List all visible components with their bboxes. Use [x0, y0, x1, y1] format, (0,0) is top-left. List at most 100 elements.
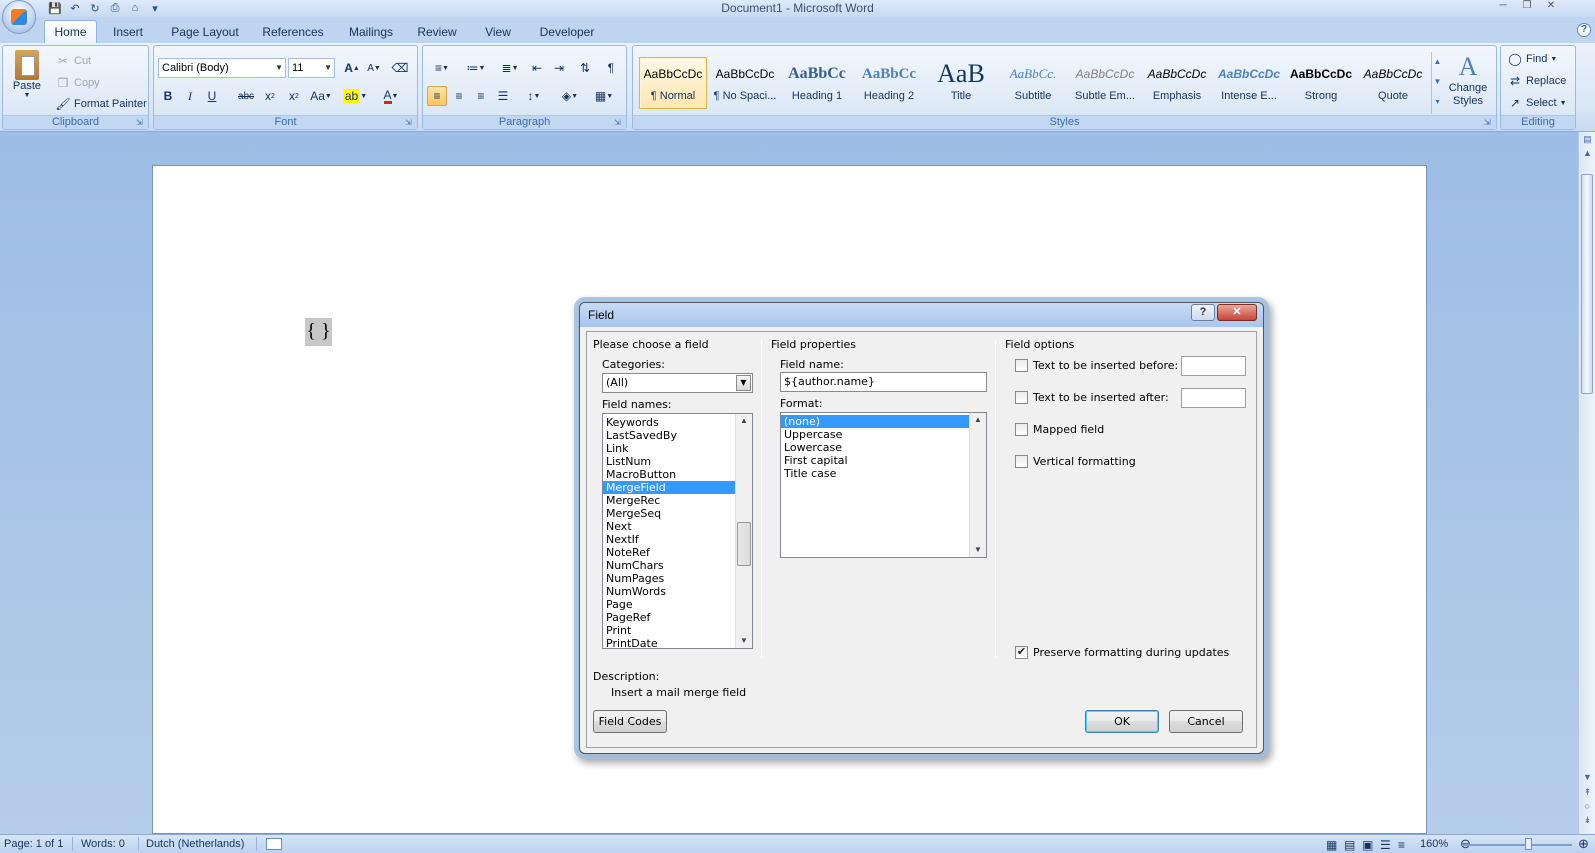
word-count[interactable]: Words: 0 [81, 838, 125, 850]
style-subtitle[interactable]: AaBbCc. Subtitle [999, 57, 1067, 109]
field-name-item[interactable]: NextIf [603, 533, 736, 546]
field-name-item[interactable]: PrintDate [603, 637, 736, 648]
format-item[interactable]: Title case [781, 467, 969, 480]
pilcrow-icon[interactable]: ¶ [601, 58, 621, 78]
superscript-icon[interactable]: x2 [284, 86, 304, 106]
scrollbar-thumb[interactable] [1581, 174, 1593, 394]
dialog-launcher-icon[interactable]: ⇲ [1484, 118, 1493, 127]
justify-icon[interactable]: ☰ [493, 86, 513, 106]
text-after-checkbox[interactable] [1015, 391, 1028, 404]
select-button[interactable]: ↗ Select ▼ [1507, 95, 1567, 111]
draft-icon[interactable]: ≡ [1398, 838, 1405, 852]
increase-indent-icon[interactable]: ⇥ [549, 58, 569, 78]
italic-icon[interactable]: I [180, 86, 200, 106]
subscript-icon[interactable]: x2 [260, 86, 280, 106]
style-heading-1[interactable]: AaBbCc Heading 1 [783, 57, 851, 109]
decrease-indent-icon[interactable]: ⇤ [527, 58, 547, 78]
tab-review[interactable]: Review [414, 24, 460, 42]
font-size-combo[interactable]: 11 ▼ [288, 58, 335, 78]
field-name-item[interactable]: MacroButton [603, 468, 736, 481]
vertical-formatting-checkbox[interactable] [1015, 455, 1028, 468]
office-button[interactable] [2, 0, 36, 34]
change-case-icon[interactable]: Aa ▼ [308, 86, 334, 106]
scrollbar-thumb[interactable] [737, 522, 751, 566]
styles-gallery-scroll[interactable]: ▲ ▼ ▾ [1431, 52, 1443, 114]
ok-button[interactable]: OK [1085, 710, 1159, 733]
underline-icon[interactable]: U [202, 86, 222, 106]
align-right-icon[interactable]: ≡ [471, 86, 491, 106]
clear-formatting-icon[interactable]: ⌫ [390, 58, 410, 78]
tab-mailings[interactable]: Mailings [343, 24, 399, 42]
tab-references[interactable]: References [258, 24, 328, 42]
outline-icon[interactable]: ☰ [1380, 838, 1391, 852]
page-count[interactable]: Page: 1 of 1 [4, 838, 63, 850]
format-scrollbar[interactable]: ▲ ▼ [969, 413, 986, 557]
tab-developer[interactable]: Developer [534, 24, 600, 42]
cut-button[interactable]: ✂ Cut [55, 53, 91, 69]
field-name-item[interactable]: PageRef [603, 611, 736, 624]
field-name-item[interactable]: NumChars [603, 559, 736, 572]
align-left-icon[interactable]: ≡ [427, 86, 447, 106]
field-name-item[interactable]: MergeSeq [603, 507, 736, 520]
tab-insert[interactable]: Insert [106, 24, 150, 42]
change-styles-button[interactable]: A Change Styles [1445, 52, 1491, 108]
field-name-input[interactable]: ${author.name} [780, 372, 987, 392]
paste-button[interactable]: Paste ▼ [7, 50, 47, 99]
cancel-button[interactable]: Cancel [1169, 710, 1243, 733]
style-intense-emphasis[interactable]: AaBbCcDc Intense E... [1215, 57, 1283, 109]
style-quote[interactable]: AaBbCcDc Quote [1359, 57, 1427, 109]
next-page-icon[interactable]: ↡ [1582, 815, 1593, 826]
mapped-field-checkbox[interactable] [1015, 423, 1028, 436]
field-name-item[interactable]: NumWords [603, 585, 736, 598]
dialog-launcher-icon[interactable]: ⇲ [136, 118, 145, 127]
field-name-item[interactable]: Page [603, 598, 736, 611]
scroll-up-icon[interactable]: ▲ [970, 413, 986, 427]
scroll-up-icon[interactable]: ▲ [736, 414, 752, 428]
field-name-item[interactable]: LastSavedBy [603, 429, 736, 442]
print-layout-icon[interactable]: ▦ [1326, 838, 1337, 852]
tab-page-layout[interactable]: Page Layout [168, 24, 242, 42]
grow-font-icon[interactable]: A ▲ [342, 58, 362, 78]
text-before-checkbox[interactable] [1015, 359, 1028, 372]
shading-icon[interactable]: ◈ ▼ [555, 86, 585, 106]
select-browse-object-icon[interactable]: ○ [1582, 801, 1593, 812]
tab-view[interactable]: View [478, 24, 518, 42]
style-title[interactable]: AaB Title [927, 57, 995, 109]
language[interactable]: Dutch (Netherlands) [146, 838, 244, 850]
multilevel-list-icon[interactable]: ≣ ▼ [495, 58, 525, 78]
style-subtle-emphasis[interactable]: AaBbCcDc Subtle Em... [1071, 57, 1139, 109]
highlight-icon[interactable]: ab ▼ [340, 86, 370, 106]
bold-icon[interactable]: B [158, 86, 178, 106]
full-screen-reading-icon[interactable]: ▤ [1344, 838, 1355, 852]
dialog-help-icon[interactable]: ? [1191, 304, 1215, 321]
style-emphasis[interactable]: AaBbCcDc Emphasis [1143, 57, 1211, 109]
field-name-item[interactable]: Next [603, 520, 736, 533]
zoom-slider[interactable] [1462, 844, 1572, 846]
ruler-icon[interactable]: ▤ [1582, 134, 1593, 145]
line-spacing-icon[interactable]: ↕ ▼ [519, 86, 549, 106]
web-layout-icon[interactable]: ▣ [1362, 838, 1373, 852]
dialog-close-icon[interactable]: ✕ [1217, 304, 1257, 321]
style-strong[interactable]: AaBbCcDc Strong [1287, 57, 1355, 109]
minimize-icon[interactable]: ─ [1495, 0, 1511, 12]
find-button[interactable]: ◯ Find ▼ [1507, 51, 1557, 67]
style-heading-2[interactable]: AaBbCc Heading 2 [855, 57, 923, 109]
strikethrough-icon[interactable]: abc [236, 86, 256, 106]
field-name-item[interactable]: NumPages [603, 572, 736, 585]
format-item[interactable]: Uppercase [781, 428, 969, 441]
format-item[interactable]: (none) [781, 415, 969, 428]
field-name-item[interactable]: MergeRec [603, 494, 736, 507]
field-code[interactable]: { } [305, 318, 332, 346]
tab-home[interactable]: Home [44, 20, 97, 43]
replace-button[interactable]: ⇄ Replace [1507, 73, 1566, 89]
scroll-down-icon[interactable]: ▼ [1582, 772, 1593, 783]
dialog-launcher-icon[interactable]: ⇲ [614, 118, 623, 127]
field-name-item[interactable]: Print [603, 624, 736, 637]
vertical-scrollbar[interactable]: ▤ ▲ ▼ ↟ ○ ↡ [1578, 132, 1595, 834]
chevron-down-icon[interactable]: ▼ [736, 375, 751, 391]
close-window-icon[interactable]: ✕ [1543, 0, 1559, 12]
borders-icon[interactable]: ▦ ▼ [589, 86, 619, 106]
text-after-input[interactable] [1181, 388, 1246, 408]
field-name-item[interactable]: NoteRef [603, 546, 736, 559]
macro-recording-icon[interactable] [266, 838, 282, 850]
